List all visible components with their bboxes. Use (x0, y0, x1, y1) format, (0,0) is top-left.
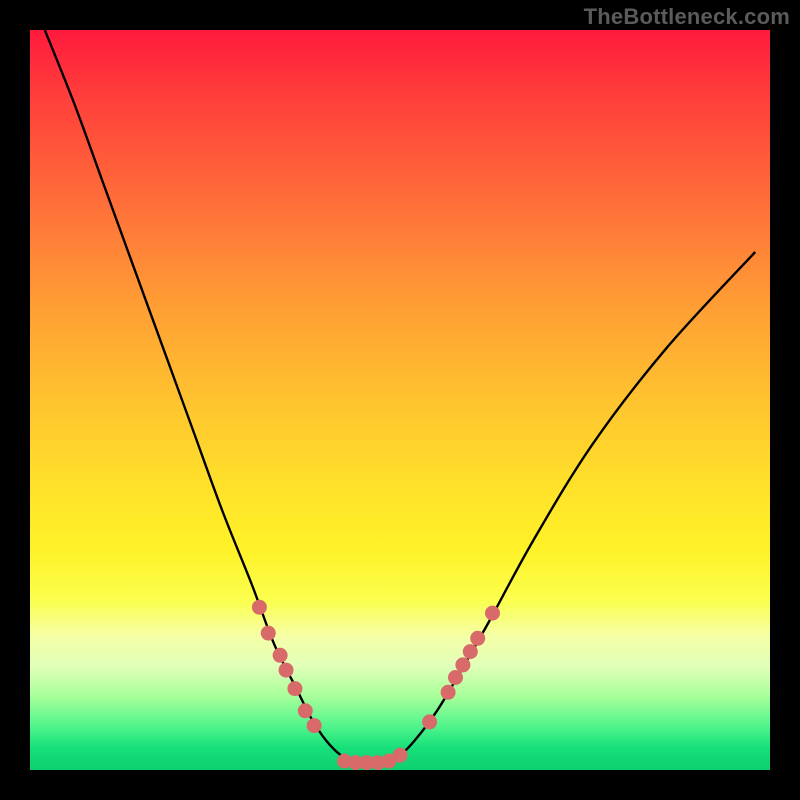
curve-marker (252, 600, 267, 615)
curve-marker (279, 663, 294, 678)
curve-marker (470, 631, 485, 646)
curve-marker (393, 748, 408, 763)
curve-marker (273, 648, 288, 663)
bottleneck-curve (45, 30, 755, 763)
watermark-text: TheBottleneck.com (584, 4, 790, 30)
curve-marker (455, 657, 470, 672)
curve-marker (448, 670, 463, 685)
curve-marker (485, 606, 500, 621)
curve-markers (252, 600, 500, 770)
curve-marker (287, 681, 302, 696)
curve-marker (261, 626, 276, 641)
curve-marker (298, 703, 313, 718)
curve-marker (422, 714, 437, 729)
curve-marker (441, 685, 456, 700)
curve-marker (307, 718, 322, 733)
chart-frame: TheBottleneck.com (0, 0, 800, 800)
plot-area (30, 30, 770, 770)
curve-marker (463, 644, 478, 659)
curve-layer (30, 30, 770, 770)
